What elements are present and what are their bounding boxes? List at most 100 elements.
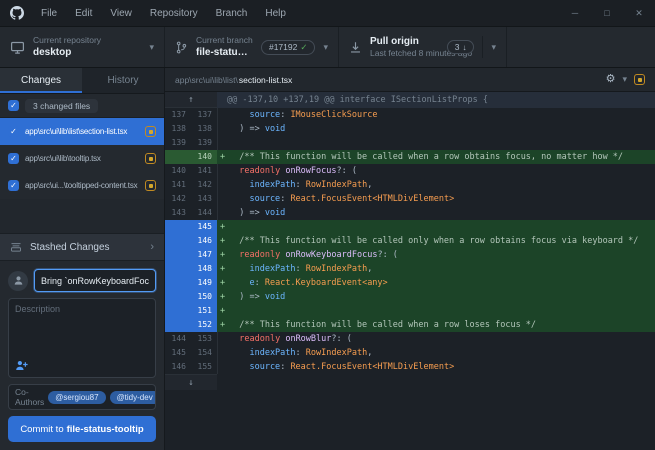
old-line-number (165, 276, 191, 290)
commit-summary-input[interactable] (34, 269, 156, 292)
file-path: app\src\ui\lib\list\section-list.tsx (25, 127, 139, 136)
diff-line[interactable]: 141142 indexPath: RowIndexPath, (165, 178, 655, 192)
menu-file[interactable]: File (32, 3, 66, 24)
commit-form: Co-Authors @sergiou87 @tidy-dev Commit to… (0, 261, 164, 450)
diff-line-code: + /** This function will be called only … (217, 234, 655, 248)
pull-origin-button[interactable]: Pull origin Last fetched 8 minutes ago 3… (339, 27, 507, 67)
diff-line-marker: + (220, 220, 229, 234)
diff-line[interactable]: 151+ (165, 304, 655, 318)
menu-edit[interactable]: Edit (66, 3, 101, 24)
diff-line-marker (220, 122, 229, 136)
pull-arrow-icon (349, 41, 362, 54)
old-line-number (165, 220, 191, 234)
diff-line[interactable]: 139139 (165, 136, 655, 150)
file-row[interactable]: app\src\ui...\tooltipped-content.tsx (0, 172, 164, 199)
minimize-button[interactable]: ─ (559, 2, 591, 25)
expand-up-button[interactable]: ↑ (165, 92, 217, 108)
sidebar-spacer (0, 199, 164, 233)
diff-line-code: source: React.FocusEvent<HTMLDivElement> (217, 360, 655, 374)
menu-branch[interactable]: Branch (207, 3, 257, 24)
hunk-footer-row: ↓ (165, 374, 655, 390)
diff-line[interactable]: 146+ /** This function will be called on… (165, 234, 655, 248)
diff-line[interactable]: 138138 ) => void (165, 122, 655, 136)
diff-line[interactable]: 150+ ) => void (165, 290, 655, 304)
coauthors-pills: @sergiou87 @tidy-dev (48, 391, 156, 404)
diff-line-code: indexPath: RowIndexPath, (217, 346, 655, 360)
diff-line-code (217, 136, 655, 150)
diff-line-marker (220, 108, 229, 122)
new-line-number: 141 (191, 164, 217, 178)
diff-line-marker: + (220, 262, 229, 276)
diff-line-marker (220, 164, 229, 178)
diff-line-code: + indexPath: RowIndexPath, (217, 262, 655, 276)
pr-status-badge[interactable]: #17192 ✓ (261, 40, 316, 55)
old-line-number (165, 262, 191, 276)
tab-history[interactable]: History (82, 68, 164, 94)
chevron-down-icon[interactable]: ▾ (323, 42, 328, 53)
expand-down-button[interactable]: ↓ (165, 374, 217, 390)
diff-line[interactable]: 140141 readonly onRowFocus?: ( (165, 164, 655, 178)
maximize-button[interactable]: □ (591, 2, 623, 25)
new-line-number: 152 (191, 318, 217, 332)
modified-status-icon (145, 126, 156, 137)
commit-button[interactable]: Commit to file-status-tooltip (8, 416, 156, 442)
file-path-dir: app\src\ui\lib\list\ (175, 75, 238, 85)
close-button[interactable]: ✕ (623, 2, 655, 25)
old-line-number: 141 (165, 178, 191, 192)
old-line-number (165, 248, 191, 262)
file-include-checkbox[interactable] (8, 126, 19, 137)
coauthor-pill[interactable]: @tidy-dev (110, 391, 156, 404)
new-line-number: 137 (191, 108, 217, 122)
diff-line[interactable]: 152+ /** This function will be called wh… (165, 318, 655, 332)
menu-repository[interactable]: Repository (141, 3, 207, 24)
diff-line-marker (220, 178, 229, 192)
stashed-changes-row[interactable]: Stashed Changes › (0, 233, 164, 261)
diff-line[interactable]: 146155 source: React.FocusEvent<HTMLDivE… (165, 360, 655, 374)
commit-description-box (8, 298, 156, 378)
sidebar-tabs: Changes History (0, 68, 164, 94)
diff-line-code: readonly onRowBlur?: ( (217, 332, 655, 346)
coauthors-field[interactable]: Co-Authors @sergiou87 @tidy-dev (8, 384, 156, 410)
diff-line[interactable]: 142143 source: React.FocusEvent<HTMLDivE… (165, 192, 655, 206)
diff-line[interactable]: 148+ indexPath: RowIndexPath, (165, 262, 655, 276)
menu-help[interactable]: Help (256, 3, 295, 24)
menu-view[interactable]: View (101, 3, 141, 24)
select-all-checkbox[interactable] (8, 100, 19, 111)
diff-line[interactable]: 143144 ) => void (165, 206, 655, 220)
old-line-number: 140 (165, 164, 191, 178)
pull-origin-subtitle: Last fetched 8 minutes ago (370, 48, 439, 59)
add-coauthor-icon[interactable] (15, 359, 28, 372)
new-line-number: 154 (191, 346, 217, 360)
file-row[interactable]: app\src\ui\lib\tooltip.tsx (0, 145, 164, 172)
titlebar: FileEditViewRepositoryBranchHelp ─ □ ✕ (0, 0, 655, 26)
tab-changes[interactable]: Changes (0, 68, 82, 94)
diff-line[interactable]: 140+ /** This function will be called wh… (165, 150, 655, 164)
diff-line-code: source: React.FocusEvent<HTMLDivElement> (217, 192, 655, 206)
new-line-number: 149 (191, 276, 217, 290)
file-include-checkbox[interactable] (8, 153, 19, 164)
commit-description-input[interactable] (9, 299, 155, 355)
old-line-number (165, 150, 191, 164)
diff-line[interactable]: 149+ e: React.KeyboardEvent<any> (165, 276, 655, 290)
sidebar: Changes History 3 changed files app\src\… (0, 68, 165, 450)
diff-line-code: + ) => void (217, 290, 655, 304)
diff-line[interactable]: 145+ (165, 220, 655, 234)
diff-line-code: + /** This function will be called when … (217, 150, 655, 164)
file-path-name: section-list.tsx (239, 75, 292, 85)
file-include-checkbox[interactable] (8, 180, 19, 191)
diff-line[interactable]: 147+ readonly onRowKeyboardFocus?: ( (165, 248, 655, 262)
chevron-down-icon[interactable]: ▾ (491, 42, 496, 53)
current-branch-label: Current branch (196, 35, 253, 46)
gear-icon[interactable]: ⚙ (606, 74, 616, 85)
file-row[interactable]: app\src\ui\lib\list\section-list.tsx (0, 118, 164, 145)
diff-line[interactable]: 144153 readonly onRowBlur?: ( (165, 332, 655, 346)
coauthor-pill[interactable]: @sergiou87 (48, 391, 105, 404)
diff-line[interactable]: 137137 source: IMouseClickSource (165, 108, 655, 122)
current-branch-button[interactable]: Current branch file-status-too... #17192… (165, 27, 339, 67)
current-repository-button[interactable]: Current repository desktop ▾ (0, 27, 165, 67)
diff-line[interactable]: 145154 indexPath: RowIndexPath, (165, 346, 655, 360)
diff-line-code: ) => void (217, 122, 655, 136)
chevron-down-icon[interactable]: ▾ (622, 74, 627, 85)
coauthors-label: Co-Authors (15, 387, 44, 407)
new-line-number: 155 (191, 360, 217, 374)
